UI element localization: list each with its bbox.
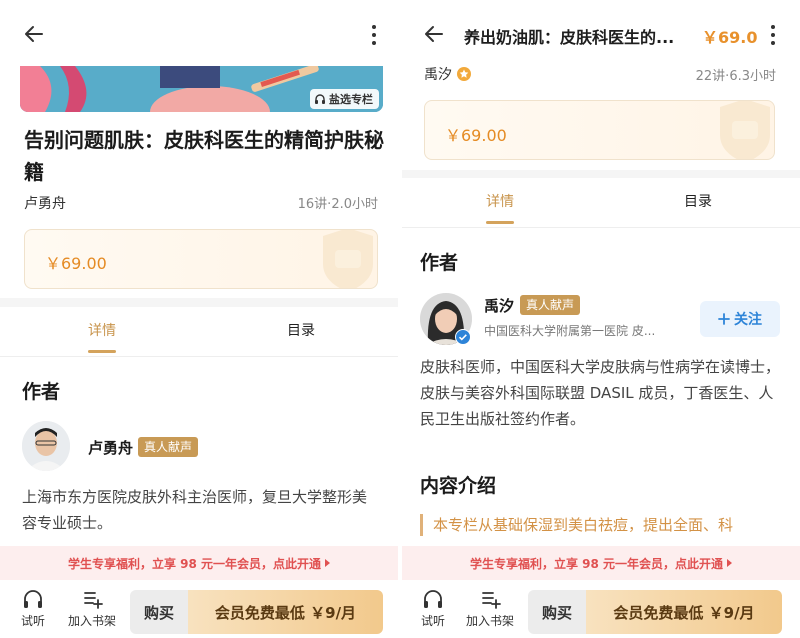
- tab-catalog[interactable]: 目录: [251, 307, 351, 357]
- headphone-icon: [315, 94, 325, 104]
- follow-button[interactable]: 关注: [700, 301, 780, 337]
- course-cover-banner: 盐选专栏: [20, 66, 383, 112]
- tab-divider: [0, 356, 398, 357]
- bottom-action-bar: 试听 加入书架 购买 会员免费最低 ￥9/月: [0, 580, 398, 638]
- verified-icon: [455, 329, 471, 345]
- price-card: ￥69.00: [24, 229, 378, 289]
- buy-button[interactable]: 购买: [528, 590, 586, 634]
- real-voice-tag: 真人献声: [520, 295, 581, 315]
- promo-text: 学生专享福利，立享 98 元一年会员，点此开通: [67, 556, 322, 571]
- more-icon[interactable]: [368, 24, 380, 46]
- tab-details[interactable]: 详情: [52, 307, 152, 357]
- follow-label: 关注: [734, 312, 762, 328]
- bookshelf-label: 加入书架: [465, 614, 514, 628]
- section-title-intro: 内容介绍: [420, 475, 497, 497]
- add-bookshelf-button[interactable]: 加入书架: [464, 586, 516, 629]
- tab-bar: 详情 目录: [402, 178, 800, 228]
- add-bookshelf-button[interactable]: 加入书架: [66, 586, 118, 629]
- price-card: ￥69.00: [424, 100, 775, 160]
- right-screen: 养出奶油肌：皮肤科医生的... ￥69.0 禹汐 22讲·6.3小时 ￥69.0…: [402, 0, 800, 638]
- member-button[interactable]: 会员免费最低 ￥9/月: [586, 590, 782, 634]
- real-voice-tag: 真人献声: [138, 437, 199, 457]
- column-badge: 盐选专栏: [310, 89, 379, 109]
- plus-icon: [718, 313, 730, 325]
- nav-price: ￥69.0: [702, 28, 758, 47]
- bookshelf-add-icon: [482, 592, 501, 609]
- active-tab-indicator: [486, 221, 514, 224]
- listen-button[interactable]: 试听: [8, 586, 58, 629]
- member-button[interactable]: 会员免费最低 ￥9/月: [188, 590, 383, 634]
- listen-label: 试听: [420, 614, 445, 628]
- course-author[interactable]: 禹汐: [424, 64, 472, 84]
- promo-banner[interactable]: 学生专享福利，立享 98 元一年会员，点此开通: [0, 546, 398, 580]
- course-title: 告别问题肌肤：皮肤科医生的精简护肤秘籍: [24, 128, 384, 184]
- course-author-name: 禹汐: [424, 67, 452, 83]
- tab-bar: 详情 目录: [0, 307, 398, 357]
- author-photo: [22, 421, 70, 471]
- tab-label: 目录: [684, 194, 712, 210]
- chevron-right-icon: [727, 559, 733, 567]
- active-tab-indicator: [88, 350, 116, 353]
- bottom-action-bar: 试听 加入书架 购买 会员免费最低 ￥9/月: [402, 580, 800, 638]
- back-icon[interactable]: [422, 22, 446, 46]
- listen-button[interactable]: 试听: [408, 586, 458, 629]
- back-icon[interactable]: [22, 22, 46, 46]
- author-bio: 上海市东方医院皮肤外科主治医师，复旦大学整形美容专业硕士。: [22, 488, 368, 532]
- bookshelf-label: 加入书架: [67, 614, 116, 628]
- left-screen: 盐选专栏 告别问题肌肤：皮肤科医生的精简护肤秘籍 卢勇舟 16讲·2.0小时 ￥…: [0, 0, 398, 638]
- avatar[interactable]: [22, 421, 70, 471]
- nav-title: 养出奶油肌：皮肤科医生的...: [464, 28, 675, 47]
- tab-catalog[interactable]: 目录: [648, 178, 748, 228]
- chevron-right-icon: [325, 559, 331, 567]
- headphone-icon: [24, 590, 42, 608]
- author-bio: 皮肤科医师，中国医科大学皮肤病与性病学在读博士，皮肤与美容外科国际联盟 DASI…: [420, 358, 781, 428]
- badge-label: 盐选专栏: [329, 93, 373, 106]
- course-author[interactable]: 卢勇舟: [24, 193, 66, 213]
- bookshelf-add-icon: [84, 592, 103, 609]
- author-name[interactable]: 禹汐: [484, 295, 514, 316]
- tab-divider: [402, 227, 800, 228]
- price-text: ￥69.00: [445, 126, 507, 145]
- promo-text: 学生专享福利，立享 98 元一年会员，点此开通: [469, 556, 724, 571]
- more-icon[interactable]: [767, 24, 779, 46]
- top-bar: [0, 0, 398, 66]
- price-text: ￥69.00: [45, 254, 107, 273]
- buy-button[interactable]: 购买: [130, 590, 188, 634]
- promo-banner[interactable]: 学生专享福利，立享 98 元一年会员，点此开通: [402, 546, 800, 580]
- shield-deco-icon: [323, 230, 373, 288]
- tab-label: 详情: [88, 323, 116, 339]
- intro-text: 本专栏从基础保湿到美白祛痘，提出全面、科: [420, 514, 733, 536]
- vip-star-icon: [457, 67, 471, 81]
- course-meta: 22讲·6.3小时: [695, 69, 776, 84]
- listen-label: 试听: [20, 614, 45, 628]
- tab-label: 详情: [486, 194, 514, 210]
- course-meta: 16讲·2.0小时: [297, 197, 378, 212]
- shield-deco-icon: [720, 101, 770, 159]
- top-bar: 养出奶油肌：皮肤科医生的... ￥69.0: [402, 0, 800, 66]
- author-affiliation: 中国医科大学附属第一医院 皮...: [484, 324, 656, 338]
- author-name[interactable]: 卢勇舟: [88, 437, 133, 458]
- tab-label: 目录: [287, 323, 315, 339]
- section-title-author: 作者: [22, 381, 61, 403]
- section-title-author: 作者: [420, 252, 459, 274]
- tab-details[interactable]: 详情: [450, 178, 550, 228]
- headphone-icon: [424, 590, 442, 608]
